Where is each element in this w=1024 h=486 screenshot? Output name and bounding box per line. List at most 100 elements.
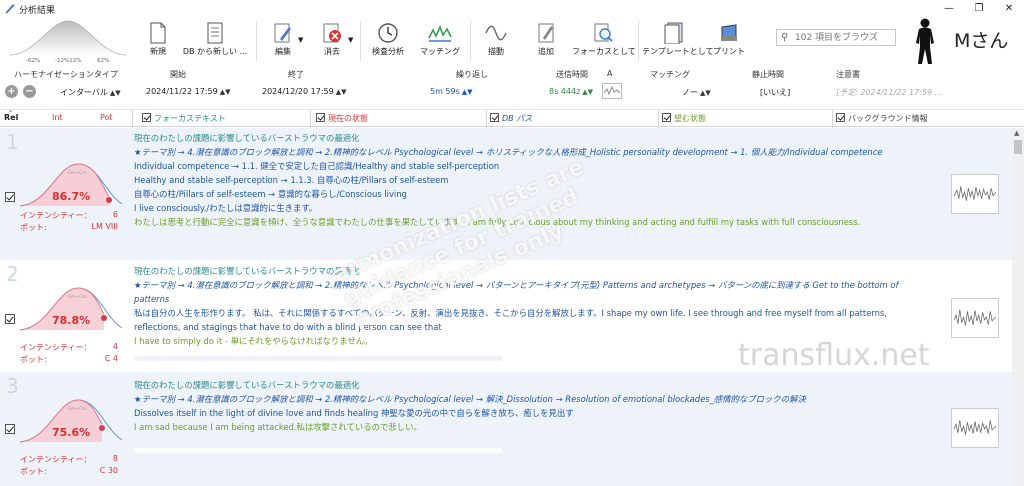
- spin-icon[interactable]: ▲▼: [336, 88, 347, 96]
- notice-label: 注意書: [836, 70, 860, 79]
- matching-label: マッチング: [650, 70, 690, 79]
- db-path-filter[interactable]: DB パス: [490, 113, 532, 124]
- new-button[interactable]: 新規: [140, 17, 176, 65]
- send-time-label: 送信時間: [556, 70, 588, 79]
- db-list-icon: [207, 22, 223, 44]
- focus-text-label: フォーカステキスト: [154, 114, 226, 123]
- matching-select[interactable]: ノー ▲▼: [682, 87, 711, 98]
- intensity-value: 6: [112, 210, 118, 219]
- checkbox[interactable]: [836, 113, 845, 122]
- result-list: 1 Em+Cm 86.7% インテンシティー： 6 ポット: LM VIII 現…: [0, 128, 1012, 486]
- row-number: 2: [6, 262, 19, 286]
- end-datetime-picker[interactable]: 2024/12/20 17:59 ▲▼: [262, 87, 347, 96]
- inspect-analysis-button[interactable]: 検査分析: [366, 17, 410, 65]
- spin-icon[interactable]: ▲▼: [110, 89, 121, 97]
- window-title: 分析結果: [19, 6, 56, 16]
- rest-time-value[interactable]: [いいえ]: [760, 87, 790, 98]
- rel-column-header[interactable]: Rel ⌄: [4, 107, 18, 122]
- restore-icon[interactable]: ❐: [964, 1, 994, 16]
- vertical-scrollbar[interactable]: ▲: [1012, 128, 1024, 486]
- repeat-interval-picker[interactable]: 5m 59s ▲▼: [430, 87, 473, 96]
- search-input[interactable]: [795, 31, 893, 44]
- rest-time-label: 静止時間: [752, 70, 784, 79]
- browse-search-box[interactable]: ⚲: [776, 29, 896, 46]
- matching-button[interactable]: マッチング: [416, 17, 464, 65]
- focus-text-filter[interactable]: フォーカステキスト: [142, 113, 226, 124]
- int-column-header[interactable]: Int: [52, 113, 63, 122]
- toolbar-separator: [256, 21, 257, 61]
- potency-value: C 4: [104, 354, 118, 363]
- row-number: 1: [6, 130, 19, 154]
- as-focus-button[interactable]: フォーカスとして: [572, 17, 636, 65]
- type-select[interactable]: インターバル ▲▼: [60, 87, 121, 98]
- add-pen-icon: [538, 23, 554, 43]
- start-value: 2024/11/22 17:59: [146, 87, 218, 96]
- db-path-text: patterns: [134, 294, 170, 304]
- row-waveform-thumbnail[interactable]: [951, 408, 999, 448]
- minimize-icon[interactable]: —: [934, 1, 964, 16]
- draw-button[interactable]: 描動: [476, 17, 516, 65]
- app-icon: [5, 4, 15, 13]
- current-state-filter[interactable]: 現在の状態: [316, 113, 368, 124]
- row-waveform-thumbnail[interactable]: [951, 174, 999, 214]
- potency-value: LM VIII: [91, 222, 118, 231]
- send-time-picker[interactable]: 8s 444z ▲▼: [549, 87, 593, 96]
- checkbox[interactable]: [142, 113, 151, 122]
- focus-text: 現在のわたしの課題に影響しているバーストラウマの最適化: [134, 380, 360, 390]
- row-checkbox[interactable]: [5, 424, 15, 434]
- db-path-text: ★テーマ別 → 4.潜在意識のブロック解放と調和 → 2.精神的なレベル Psy…: [134, 394, 806, 404]
- chevron-down-icon[interactable]: ▼: [298, 36, 303, 44]
- notice-value[interactable]: [予定: 2024/11/22 17:59 ...: [836, 87, 942, 98]
- ribbon-toolbar: -62% -12%12% 62% 新規 DB から新しい ... 編集 ▼ 消去…: [0, 17, 1024, 65]
- matching-value: ノー: [682, 88, 698, 97]
- current-state-text: Dissolves itself in the light of divine …: [134, 408, 574, 418]
- db-path-label: DB パス: [502, 114, 533, 123]
- waveform-mini-icon[interactable]: [602, 83, 622, 99]
- focus-text: 現在のわたしの課題に影響しているバーストラウマの最適化: [134, 266, 360, 276]
- background-info-filter[interactable]: バックグラウンド情報: [836, 113, 928, 124]
- axis-tick: -62%: [26, 58, 40, 64]
- focus-search-icon: [594, 23, 613, 42]
- close-icon[interactable]: ✕: [994, 1, 1024, 16]
- spin-icon[interactable]: ▲▼: [700, 89, 711, 97]
- svg-text:Em+Cm: Em+Cm: [68, 294, 87, 300]
- sort-chevron-icon: ⌄: [8, 107, 14, 114]
- print-button[interactable]: プリント: [708, 17, 750, 65]
- start-datetime-picker[interactable]: 2024/11/22 17:59 ▲▼: [146, 87, 231, 96]
- matching-wave-icon: [428, 25, 452, 42]
- type-label: ハーモナイゼーションタイプ: [14, 70, 118, 79]
- spin-icon[interactable]: ▲▼: [220, 88, 231, 96]
- row-checkbox[interactable]: [5, 192, 15, 202]
- checkbox[interactable]: [490, 113, 499, 122]
- scroll-up-icon[interactable]: ▲: [1014, 129, 1019, 137]
- desired-state-filter[interactable]: 望む状態: [662, 113, 706, 124]
- chevron-down-icon[interactable]: ▼: [348, 36, 353, 44]
- scrollbar-thumb[interactable]: [1014, 140, 1022, 154]
- svg-text:Em+Cm: Em+Cm: [68, 170, 87, 176]
- db-path-text: ★テーマ別 → 4.潜在意識のブロック解放と調和 → 2.精神的なレベル Psy…: [134, 280, 899, 290]
- new-from-db-button[interactable]: DB から新しい ...: [180, 17, 250, 65]
- template-icon: [664, 22, 683, 44]
- spin-icon[interactable]: ▲▼: [582, 88, 593, 96]
- row-checkbox[interactable]: [5, 314, 15, 324]
- column-divider: [486, 110, 487, 128]
- edit-pen-icon: [274, 23, 291, 43]
- send-time-value: 8s 444z: [549, 87, 581, 96]
- title-bar: 分析結果 — ❐ ✕: [0, 0, 1024, 17]
- checkbox[interactable]: [316, 113, 325, 122]
- add-row-icon[interactable]: +: [5, 85, 18, 98]
- row-waveform-thumbnail[interactable]: [951, 298, 999, 338]
- column-divider: [832, 110, 833, 128]
- as-template-button[interactable]: テンプレートとして: [642, 17, 714, 65]
- checkbox[interactable]: [662, 113, 671, 122]
- add-button[interactable]: 追加: [526, 17, 566, 65]
- background-info-label: バックグラウンド情報: [848, 114, 928, 123]
- match-percent: 78.8%: [52, 314, 91, 327]
- site-watermark: transflux.net: [738, 338, 930, 373]
- remove-row-icon[interactable]: −: [23, 85, 36, 98]
- result-row[interactable]: 3 Em+Cm 75.6% インテンシティー： 8 ポット: C 30 現在のわ…: [0, 372, 1012, 486]
- spin-icon[interactable]: ▲▼: [462, 88, 473, 96]
- pot-column-header[interactable]: Pot: [100, 113, 113, 122]
- new-file-icon: [150, 22, 166, 44]
- distribution-curve-preview: -62% -12%12% 62%: [9, 20, 127, 64]
